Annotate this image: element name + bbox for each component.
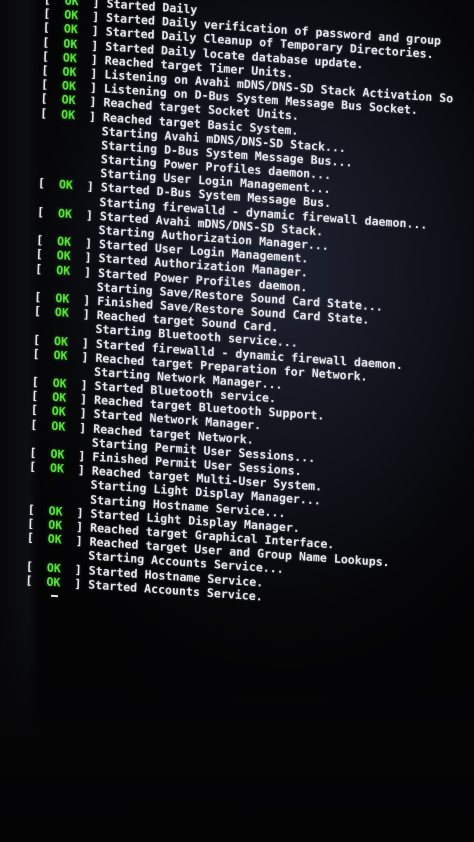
ok-label: OK	[55, 290, 70, 306]
ok-label: OK	[57, 205, 73, 221]
ok-label: OK	[48, 517, 63, 533]
ok-label: OK	[48, 503, 63, 519]
ok-label: OK	[61, 78, 77, 94]
ok-label: OK	[50, 446, 65, 462]
ok-label: OK	[51, 418, 66, 434]
screen-shadow	[0, 600, 474, 842]
ok-label: OK	[54, 305, 70, 321]
ok-label: OK	[63, 21, 79, 37]
ok-label: OK	[51, 404, 66, 420]
ok-label: OK	[60, 106, 76, 122]
ok-label: OK	[53, 347, 68, 363]
ok-label: OK	[61, 92, 76, 108]
ok-label: OK	[46, 574, 61, 590]
boot-console: [ OK ] Started Daily[ OK ] Started Daily…	[25, 0, 474, 632]
ok-label: OK	[52, 375, 67, 391]
ok-label: OK	[63, 35, 78, 51]
ok-label: OK	[52, 390, 67, 405]
ok-label: OK	[49, 460, 65, 476]
text-cursor	[51, 595, 59, 598]
ok-label: OK	[64, 7, 79, 23]
ok-label: OK	[53, 333, 69, 349]
ok-label: OK	[47, 531, 62, 547]
ok-label: OK	[62, 64, 77, 80]
ok-label: OK	[46, 559, 62, 575]
ok-label: OK	[56, 234, 72, 250]
ok-label: OK	[58, 177, 74, 193]
ok-label: OK	[62, 50, 78, 66]
ok-label: OK	[56, 262, 71, 278]
ok-label: OK	[56, 248, 71, 264]
